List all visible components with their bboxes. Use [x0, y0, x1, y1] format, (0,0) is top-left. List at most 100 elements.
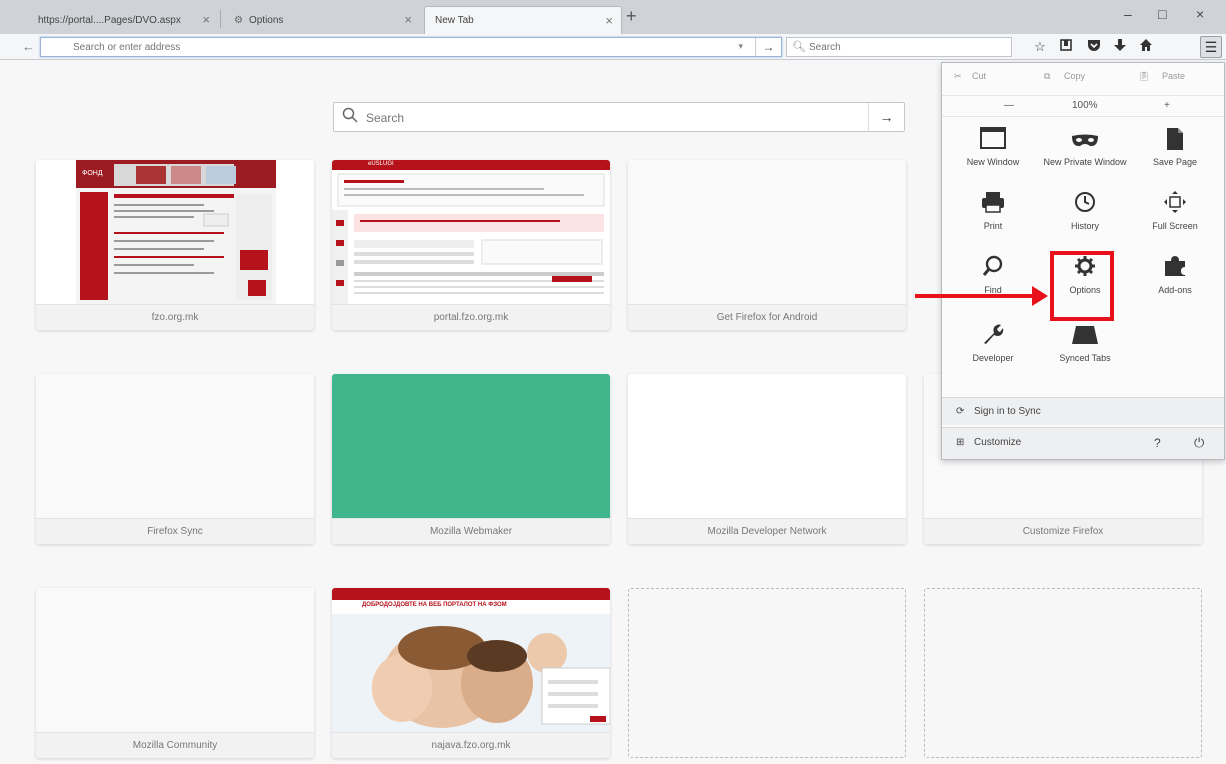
- copy-button[interactable]: Copy: [1064, 71, 1085, 81]
- print-icon: [950, 191, 1036, 221]
- tile-thumbnail: ДОБРОДОЈДОВТЕ НА ВЕБ ПОРТАЛОТ НА ФЗОМ: [332, 588, 610, 732]
- tile-empty-slot[interactable]: [924, 588, 1202, 758]
- bookmarks-menu-icon[interactable]: [1056, 38, 1076, 56]
- maximize-button[interactable]: □: [1158, 6, 1166, 22]
- annotation-arrow: [915, 294, 1035, 298]
- menu-item-label: Print: [983, 221, 1003, 231]
- sync-icon: ⟳: [956, 406, 965, 417]
- tile-thumbnail: eUSLUGI: [332, 160, 610, 304]
- history-button[interactable]: History: [1042, 191, 1128, 255]
- menu-item-label: Developer: [972, 353, 1014, 363]
- menu-item-label: New Window: [966, 157, 1020, 167]
- tile-mozilla-webmaker[interactable]: Mozilla Webmaker: [332, 374, 610, 544]
- tile-mdn[interactable]: Mozilla Developer Network: [628, 374, 906, 544]
- tile-najava-fzo[interactable]: ДОБРОДОЈДОВТЕ НА ВЕБ ПОРТАЛОТ НА ФЗОМ na…: [332, 588, 610, 758]
- synced-tabs-button[interactable]: Synced Tabs: [1042, 323, 1128, 387]
- tile-thumbnail: [36, 374, 314, 518]
- cut-button[interactable]: Cut: [972, 71, 986, 81]
- tile-mozilla-community[interactable]: Mozilla Community: [36, 588, 314, 758]
- customize-button[interactable]: Customize: [974, 437, 1021, 448]
- tab-new-tab[interactable]: New Tab ×: [424, 6, 622, 34]
- zoom-out-button[interactable]: —: [1004, 100, 1014, 111]
- tab-strip: https://portal....Pages/DVO.aspx × ⚙ Opt…: [0, 0, 1226, 34]
- zoom-in-button[interactable]: +: [1164, 100, 1170, 111]
- new-window-icon: [950, 127, 1036, 157]
- minimize-button[interactable]: –: [1124, 6, 1132, 22]
- paste-icon: 📋︎: [1138, 71, 1150, 81]
- tab-close-icon[interactable]: ×: [404, 12, 412, 27]
- tab-portal[interactable]: https://portal....Pages/DVO.aspx ×: [28, 6, 218, 34]
- search-icon: 🔍︎: [792, 41, 806, 53]
- tab-options[interactable]: ⚙ Options ×: [224, 6, 420, 34]
- tile-logo-text: eUSLUGI: [368, 161, 394, 167]
- developer-button[interactable]: Developer: [950, 323, 1036, 387]
- save-page-button[interactable]: Save Page: [1132, 127, 1218, 191]
- tile-firefox-android[interactable]: Get Firefox for Android: [628, 160, 906, 330]
- url-input[interactable]: [73, 40, 713, 54]
- synced-tabs-icon: [1042, 323, 1128, 353]
- tile-label: najava.fzo.org.mk: [332, 732, 610, 758]
- downloads-icon[interactable]: [1110, 38, 1130, 56]
- annotation-arrow-head: [1032, 286, 1048, 306]
- back-button[interactable]: ←: [22, 39, 35, 54]
- menu-item-label: Save Page: [1152, 157, 1198, 167]
- developer-wrench-icon: [950, 323, 1036, 353]
- zoom-controls: — 100% +: [942, 95, 1224, 117]
- url-dropdown-icon[interactable]: ▾: [738, 41, 743, 52]
- tile-firefox-sync[interactable]: Firefox Sync: [36, 374, 314, 544]
- find-button[interactable]: Find: [950, 255, 1036, 319]
- full-screen-button[interactable]: Full Screen: [1132, 191, 1218, 255]
- tab-title: https://portal....Pages/DVO.aspx: [38, 14, 181, 26]
- private-mask-icon: [1042, 127, 1128, 157]
- tile-portal-fzo[interactable]: eUSLUGI portal.fzo.org.mk: [332, 160, 610, 330]
- search-icon: [342, 107, 358, 128]
- sign-in-to-sync-button[interactable]: ⟳ Sign in to Sync: [942, 397, 1224, 425]
- menu-item-label: Full Screen: [1152, 221, 1198, 231]
- menu-item-label: Add-ons: [1158, 285, 1192, 295]
- tile-empty-slot[interactable]: [628, 588, 906, 758]
- quit-power-icon[interactable]: ⏻: [1194, 435, 1204, 451]
- add-ons-button[interactable]: Add-ons: [1132, 255, 1218, 319]
- tile-label: fzo.org.mk: [36, 304, 314, 330]
- pocket-icon[interactable]: [1084, 38, 1104, 56]
- newtab-search-go-button[interactable]: →: [868, 103, 904, 131]
- url-bar[interactable]: ▾ →: [40, 37, 782, 57]
- zoom-reset-button[interactable]: 100%: [1072, 100, 1098, 111]
- tile-thumbnail: ФОНД: [36, 160, 314, 304]
- close-window-button[interactable]: ×: [1196, 6, 1204, 22]
- newtab-search-input[interactable]: [366, 110, 856, 126]
- search-bar[interactable]: 🔍︎: [786, 37, 1012, 57]
- full-screen-icon: [1132, 191, 1218, 221]
- search-input[interactable]: [809, 40, 989, 54]
- customize-row: ⊞ Customize ? ⏻: [942, 427, 1224, 459]
- tile-thumbnail: [628, 160, 906, 304]
- print-button[interactable]: Print: [950, 191, 1036, 255]
- nav-bar: ← ▾ → 🔍︎ ☆ ☰: [0, 34, 1226, 60]
- tile-logo-text: ФОНД: [82, 170, 103, 177]
- url-go-button[interactable]: →: [755, 38, 781, 56]
- tile-label: Firefox Sync: [36, 518, 314, 544]
- tile-fzo[interactable]: ФОНД fzo.org.mk: [36, 160, 314, 330]
- new-window-button[interactable]: New Window: [950, 127, 1036, 191]
- tab-close-icon[interactable]: ×: [202, 12, 210, 27]
- paste-button[interactable]: Paste: [1162, 71, 1185, 81]
- cut-icon: ✂: [954, 71, 962, 81]
- tab-close-icon[interactable]: ×: [605, 13, 613, 28]
- gear-icon: ⚙: [234, 14, 243, 26]
- menu-item-label: New Private Window: [1043, 157, 1127, 167]
- bookmark-star-icon[interactable]: ☆: [1030, 38, 1050, 56]
- new-tab-button[interactable]: +: [626, 6, 637, 27]
- help-icon[interactable]: ?: [1154, 436, 1161, 450]
- menu-item-label: Synced Tabs: [1059, 353, 1111, 363]
- find-magnifier-icon: [950, 255, 1036, 285]
- tile-label: Get Firefox for Android: [628, 304, 906, 330]
- tile-label: Customize Firefox: [924, 518, 1202, 544]
- tile-thumbnail: [628, 374, 906, 518]
- tile-thumbnail: [36, 588, 314, 732]
- newtab-search-box[interactable]: →: [333, 102, 905, 132]
- sign-in-label: Sign in to Sync: [974, 406, 1041, 417]
- home-icon[interactable]: [1136, 38, 1156, 56]
- menu-item-label: History: [1070, 221, 1099, 231]
- new-private-window-button[interactable]: New Private Window: [1042, 127, 1128, 191]
- hamburger-menu-button[interactable]: ☰: [1200, 36, 1222, 58]
